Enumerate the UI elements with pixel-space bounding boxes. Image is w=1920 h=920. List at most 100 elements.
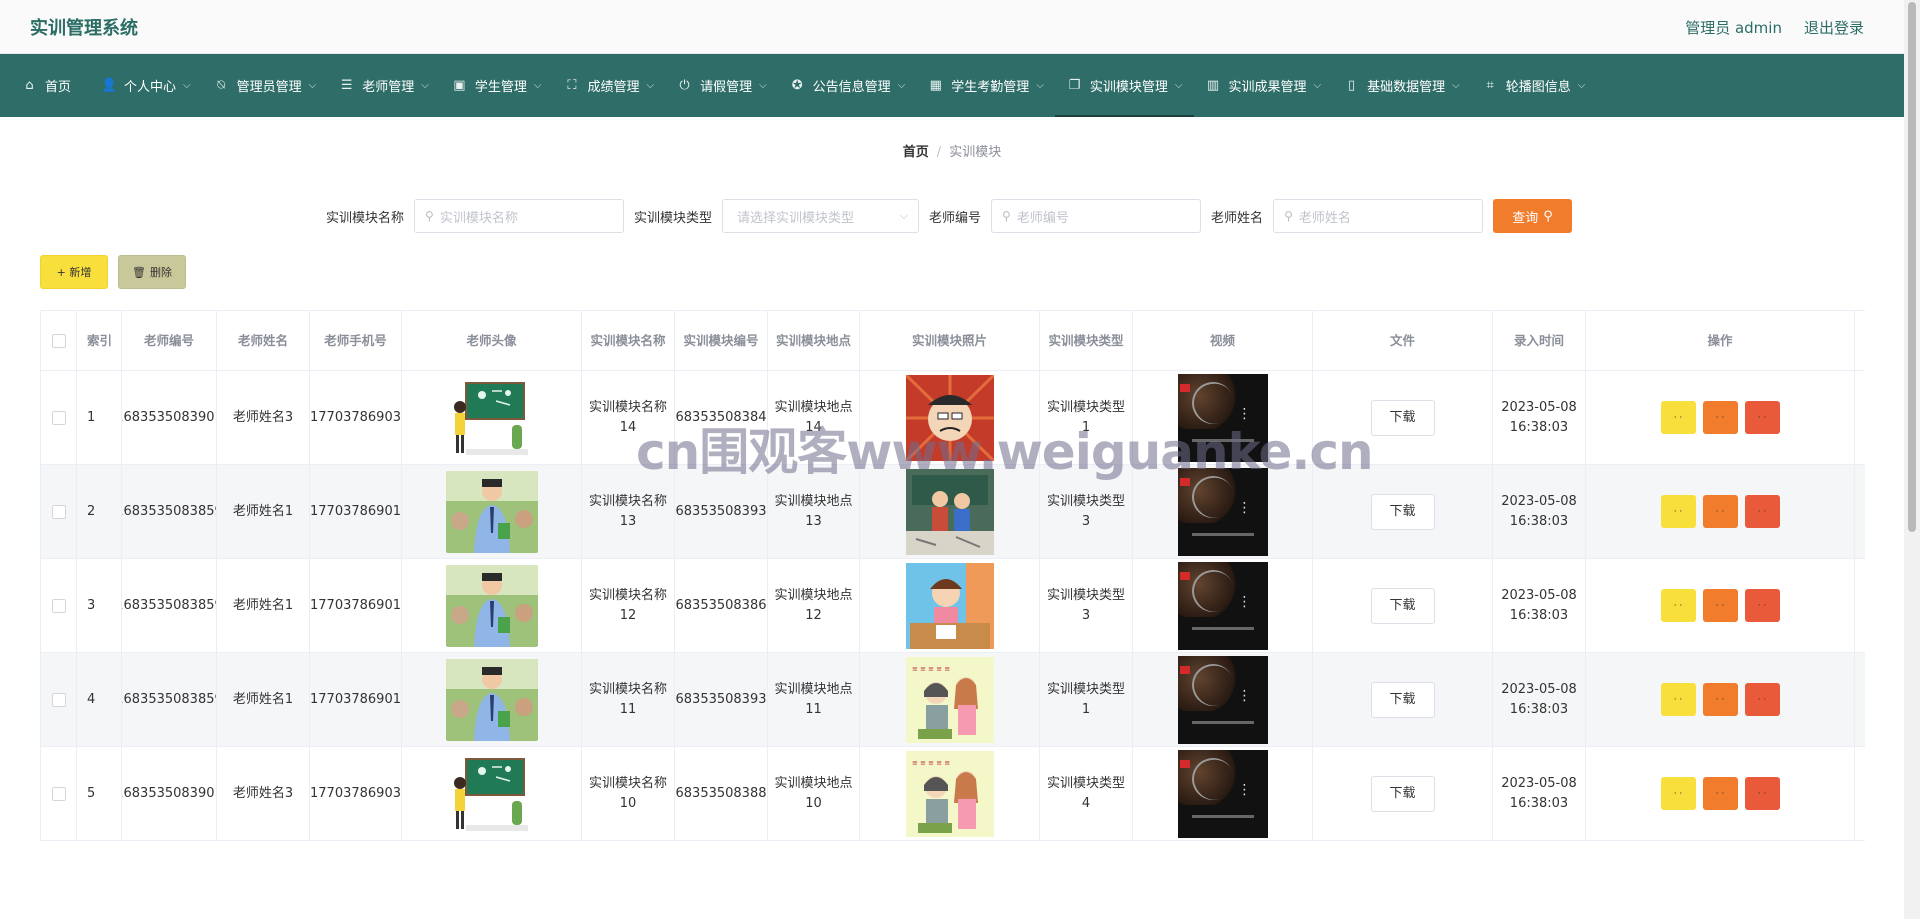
row-delete-button[interactable]: · · — [1744, 401, 1780, 434]
nav-item-5[interactable]: ⛶ 成绩管理 ⌵ — [552, 54, 665, 117]
nav-item-label: 请假管理 — [700, 80, 753, 95]
nav-item-11[interactable]: ▯ 基础数据管理 ⌵ — [1332, 54, 1471, 117]
download-button[interactable]: 下载 — [1370, 587, 1435, 624]
chevron-down-icon: ⌵ — [421, 80, 429, 91]
nav-item-6[interactable]: ⏻ 请假管理 ⌵ — [665, 54, 778, 117]
video-player[interactable]: ⋮ — [1177, 655, 1268, 744]
scrollbar-thumb[interactable] — [1908, 2, 1916, 532]
row-select-cell — [40, 465, 77, 558]
cell-teacher-name: 老师姓名1 — [217, 559, 310, 652]
query-label: 查询 — [1512, 210, 1539, 226]
download-button[interactable]: 下载 — [1370, 399, 1435, 436]
module-photo-cell: ≡ ≡ ≡ ≡ ≡ — [860, 747, 1040, 840]
row-checkbox[interactable] — [51, 504, 66, 519]
nav-item-10[interactable]: ▥ 实训成果管理 ⌵ — [1194, 54, 1333, 117]
admin-user-link[interactable]: 管理员 admin — [1685, 17, 1782, 38]
module-type-select[interactable]: 请选择实训模块类型 ⌵ — [722, 199, 920, 233]
module-name-label: 实训模块名称 — [326, 210, 405, 226]
more-options-icon[interactable]: ⋮ — [1238, 595, 1252, 609]
operations-cell: · · · · · · — [1586, 653, 1855, 746]
download-button[interactable]: 下载 — [1370, 493, 1435, 530]
more-options-icon[interactable]: ⋮ — [1238, 501, 1252, 515]
file-cell: 下载 — [1313, 653, 1493, 746]
row-delete-button[interactable]: · · — [1744, 589, 1780, 622]
nav-item-12[interactable]: ⌗ 轮播图信息 ⌵ — [1471, 54, 1597, 117]
view-button[interactable]: · · — [1660, 589, 1696, 622]
row-checkbox[interactable] — [51, 786, 66, 801]
chevron-down-icon: ⌵ — [1174, 80, 1183, 91]
delete-button[interactable]: 🗑 删除 — [118, 255, 186, 289]
module-photo-image[interactable] — [905, 562, 994, 649]
module-name-input[interactable]: ⚲ 实训模块名称 — [414, 199, 625, 233]
header-index: 索引 — [77, 311, 122, 370]
nav-item-1[interactable]: 👤 个人中心 ⌵ — [89, 54, 202, 117]
edit-button[interactable]: · · — [1702, 495, 1738, 528]
row-select-cell — [40, 559, 77, 652]
row-delete-button[interactable]: · · — [1744, 777, 1780, 810]
teacher-avatar-image[interactable] — [445, 564, 538, 647]
edit-button[interactable]: · · — [1702, 589, 1738, 622]
cell-teacher-name: 老师姓名1 — [217, 653, 310, 746]
download-button[interactable]: 下载 — [1370, 681, 1435, 718]
logout-link[interactable]: 退出登录 — [1804, 17, 1864, 38]
nav-item-4[interactable]: ▣ 学生管理 ⌵ — [440, 54, 553, 117]
select-all-checkbox[interactable] — [51, 333, 66, 348]
nav-item-7[interactable]: ✪ 公告信息管理 ⌵ — [778, 54, 917, 117]
row-checkbox[interactable] — [51, 692, 66, 707]
row-select-cell — [40, 653, 77, 746]
grid-icon: ▦ — [929, 78, 942, 93]
main-nav: ⌂ 首页 👤 个人中心 ⌵ ⍉ 管理员管理 ⌵ ☰ 老师管理 ⌵ ▣ 学生管理 ⌵ ⛶ 成绩管理 ⌵ ⏻ 请假管理 ⌵… — [0, 54, 1904, 117]
video-player[interactable]: ⋮ — [1177, 561, 1268, 650]
row-checkbox[interactable] — [51, 410, 66, 425]
teacher-avatar-image[interactable] — [445, 658, 538, 741]
search-icon: ⚲ — [425, 209, 434, 223]
teacher-avatar-image[interactable] — [445, 470, 538, 553]
view-button[interactable]: · · — [1660, 401, 1696, 434]
cell-teacher-name: 老师姓名3 — [217, 747, 310, 840]
nav-item-2[interactable]: ⍉ 管理员管理 ⌵ — [202, 54, 328, 117]
teacher-name-input[interactable]: ⚲ 老师姓名 — [1273, 199, 1484, 233]
video-progress-bar[interactable] — [1191, 720, 1254, 724]
nav-item-0[interactable]: ⌂ 首页 — [10, 54, 89, 117]
search-form: 实训模块名称 ⚲ 实训模块名称 实训模块类型 请选择实训模块类型 ⌵ 老师编号 … — [326, 198, 1573, 234]
view-button[interactable]: · · — [1660, 495, 1696, 528]
cell-created: 2023-05-08 16:38:03 — [1493, 465, 1586, 558]
video-progress-bar[interactable] — [1191, 532, 1254, 536]
view-button[interactable]: · · — [1660, 683, 1696, 716]
video-player[interactable]: ⋮ — [1177, 749, 1268, 838]
row-delete-button[interactable]: · · — [1744, 495, 1780, 528]
breadcrumb-home[interactable]: 首页 — [903, 145, 929, 160]
header-photo: 实训模块照片 — [860, 311, 1040, 370]
query-button[interactable]: 查询 ⚲ — [1493, 199, 1573, 233]
header-teacher-phone: 老师手机号 — [310, 311, 402, 370]
add-button[interactable]: + 新增 — [40, 255, 108, 289]
edit-button[interactable]: · · — [1702, 401, 1738, 434]
module-photo-image[interactable]: ≡ ≡ ≡ ≡ ≡ — [905, 750, 994, 837]
teacher-avatar-image[interactable] — [445, 376, 538, 459]
teacher-avatar-image[interactable] — [445, 752, 538, 835]
row-delete-button[interactable]: · · — [1744, 683, 1780, 716]
more-options-icon[interactable]: ⋮ — [1238, 783, 1252, 797]
cell-module-name: 实训模块名称11 — [582, 653, 675, 746]
video-progress-bar[interactable] — [1191, 814, 1254, 818]
nav-item-8[interactable]: ▦ 学生考勤管理 ⌵ — [916, 54, 1055, 117]
nav-item-9[interactable]: ❐ 实训模块管理 ⌵ — [1054, 54, 1194, 117]
more-options-icon[interactable]: ⋮ — [1238, 689, 1252, 703]
cell-teacher-phone: 17703786901 — [310, 559, 402, 652]
download-button[interactable]: 下载 — [1370, 775, 1435, 812]
video-progress-bar[interactable] — [1191, 626, 1254, 630]
edit-button[interactable]: · · — [1702, 777, 1738, 810]
cell-teacher-no: 1683535083859 — [122, 653, 217, 746]
module-name-placeholder: 实训模块名称 — [439, 210, 518, 226]
row-checkbox[interactable] — [51, 598, 66, 613]
module-photo-image[interactable]: ≡ ≡ ≡ ≡ ≡ — [905, 656, 994, 743]
breadcrumb: 首页 / 实训模块 — [0, 141, 1904, 160]
page-scrollbar[interactable] — [1904, 0, 1920, 919]
teacher-no-label: 老师编号 — [929, 210, 982, 226]
chevron-down-icon: ⌵ — [308, 80, 317, 91]
view-button[interactable]: · · — [1660, 777, 1696, 810]
edit-button[interactable]: · · — [1702, 683, 1738, 716]
nav-item-3[interactable]: ☰ 老师管理 ⌵ — [327, 54, 440, 117]
teacher-no-input[interactable]: ⚲ 老师编号 — [991, 199, 1202, 233]
teacher-no-placeholder: 老师编号 — [1016, 210, 1069, 226]
